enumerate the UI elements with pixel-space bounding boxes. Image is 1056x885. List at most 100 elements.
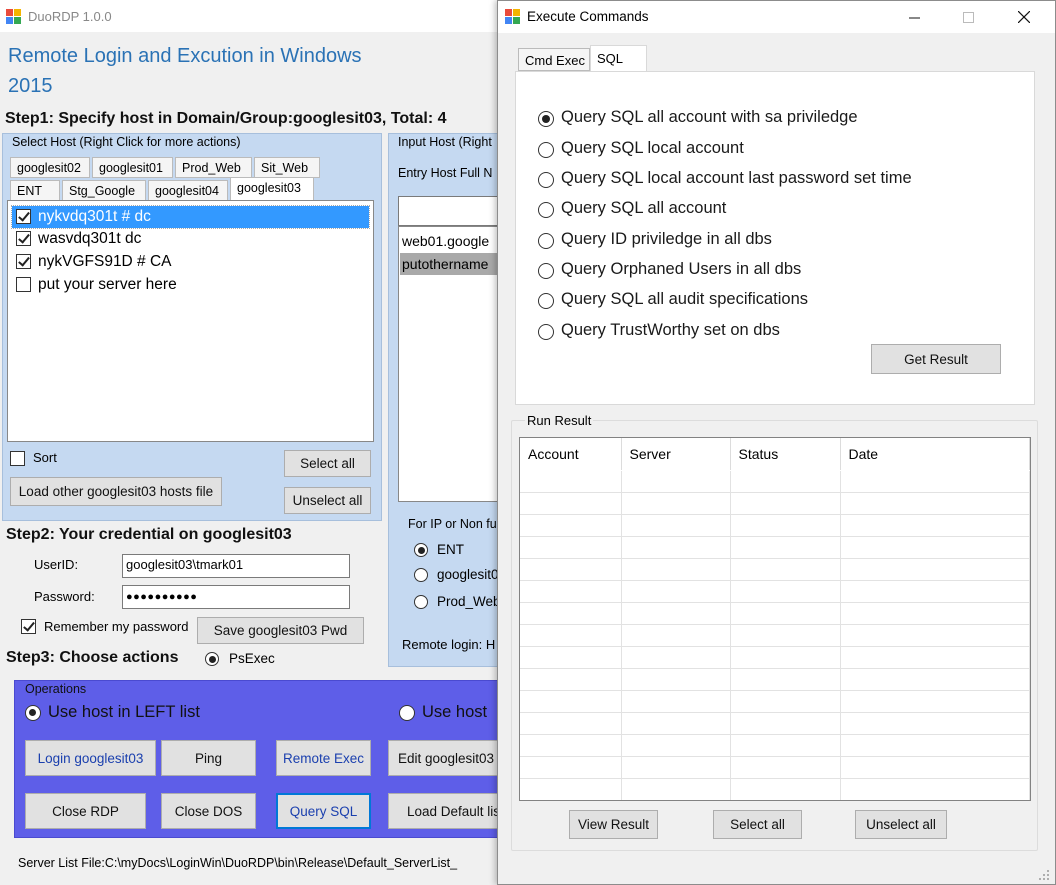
remember-password-checkbox[interactable] [21,619,36,634]
result-empty-cell [621,536,731,559]
column-header-date[interactable]: Date [840,438,1030,471]
userid-input[interactable]: googlesit03\tmark01 [122,554,350,578]
result-empty-cell [621,690,731,713]
result-empty-cell [621,756,731,779]
host-item[interactable]: wasvdq301t dc [12,228,369,250]
use-left-list-label: Use host in LEFT list [48,703,200,721]
input-host-list[interactable]: web01.google putothername [398,226,510,502]
tab-prod-web[interactable]: Prod_Web [175,157,252,178]
remember-password-label: Remember my password [44,619,189,634]
result-empty-cell [520,646,622,669]
minimize-icon[interactable] [891,1,937,33]
result-empty-cell [621,712,731,735]
host-item[interactable]: nykvdq301t # dc [11,205,370,229]
entry-host-input[interactable] [398,196,510,226]
close-rdp-button[interactable]: Close RDP [25,793,146,829]
resize-grip-icon[interactable] [1038,869,1050,881]
column-header-status[interactable]: Status [730,438,841,471]
tab-googlesit04[interactable]: googlesit04 [148,180,228,201]
radio-googlesit0[interactable] [414,568,428,582]
result-empty-cell [840,558,1030,581]
tab-googlesit02[interactable]: googlesit02 [10,157,90,178]
get-result-button[interactable]: Get Result [871,344,1001,374]
result-empty-cell [621,734,731,757]
input-host-item[interactable]: web01.google [402,230,489,252]
result-empty-cell [621,778,731,800]
tab-ent[interactable]: ENT [10,180,60,201]
load-hosts-file-button[interactable]: Load other googlesit03 hosts file [10,477,222,506]
result-empty-cell [621,624,731,647]
login-button[interactable]: Login googlesit03 [25,740,156,776]
main-title-bar[interactable]: DuoRDP 1.0.0 [0,0,500,32]
close-dos-button[interactable]: Close DOS [161,793,256,829]
sql-option-radio[interactable] [538,111,554,127]
host-item[interactable]: nykVGFS91D # CA [12,251,369,273]
column-header-server[interactable]: Server [621,438,731,471]
view-result-button[interactable]: View Result [569,810,658,839]
result-table: Account Server Status Date [520,438,1030,800]
sql-tab-page: Query SQL all account with sa priviledge… [515,71,1035,405]
tab-sit-web[interactable]: Sit_Web [254,157,320,178]
result-empty-row [520,646,1030,669]
ping-button[interactable]: Ping [161,740,256,776]
tab-sql[interactable]: SQL [590,45,647,72]
use-right-list-radio[interactable] [399,705,415,721]
radio-prod-web[interactable] [414,595,428,609]
result-empty-cell [621,580,731,603]
use-left-list-radio[interactable] [25,705,41,721]
sql-option-radio[interactable] [538,263,554,279]
result-empty-cell [520,734,622,757]
psexec-radio[interactable] [205,652,219,666]
step2-label: Step2: Your credential on googlesit03 [6,526,292,543]
result-empty-row [520,514,1030,537]
host-checkbox[interactable] [16,209,31,224]
tab-googlesit01[interactable]: googlesit01 [92,157,173,178]
sql-option-radio[interactable] [538,202,554,218]
result-empty-cell [520,536,622,559]
result-empty-row [520,558,1030,581]
host-checkbox[interactable] [16,254,31,269]
result-empty-cell [520,492,622,515]
edit-hosts-button[interactable]: Edit googlesit03 l [388,740,508,776]
main-window-title: DuoRDP 1.0.0 [28,9,112,24]
dialog-title-bar[interactable]: Execute Commands [498,1,1055,33]
unselect-all-results-button[interactable]: Unselect all [855,810,947,839]
unselect-all-hosts-button[interactable]: Unselect all [284,487,371,514]
maximize-icon[interactable] [945,1,991,33]
close-icon[interactable] [1001,1,1047,33]
host-item[interactable]: put your server here [12,274,369,296]
host-checkbox[interactable] [16,277,31,292]
load-default-list-button[interactable]: Load Default lis [388,793,508,829]
result-empty-row [520,602,1030,625]
result-empty-cell [840,734,1030,757]
sql-option-radio[interactable] [538,172,554,188]
save-password-button[interactable]: Save googlesit03 Pwd [197,617,364,644]
host-label: put your server here [38,276,177,293]
sql-option-radio[interactable] [538,293,554,309]
tab-cmd-exec[interactable]: Cmd Exec [518,48,590,71]
result-empty-row [520,536,1030,559]
tab-googlesit03[interactable]: googlesit03 [230,177,314,201]
radio-ent[interactable] [414,543,428,557]
input-host-item[interactable]: putothername [400,253,510,275]
query-sql-button[interactable]: Query SQL [276,793,371,829]
sql-option-radio[interactable] [538,324,554,340]
tab-stg-google[interactable]: Stg_Google [62,180,146,201]
sql-option-radio[interactable] [538,233,554,249]
remote-exec-button[interactable]: Remote Exec [276,740,371,776]
select-all-results-button[interactable]: Select all [713,810,802,839]
result-empty-cell [840,668,1030,691]
sql-option-radio[interactable] [538,142,554,158]
app-icon [6,9,22,25]
host-checkbox[interactable] [16,231,31,246]
select-all-hosts-button[interactable]: Select all [284,450,371,477]
result-grid[interactable]: Account Server Status Date [519,437,1031,801]
result-empty-row [520,712,1030,735]
host-checklist[interactable]: nykvdq301t # dc wasvdq301t dc nykVGFS91D… [7,200,374,442]
password-label: Password: [34,589,95,604]
result-empty-cell [730,624,841,647]
sort-checkbox[interactable] [10,451,25,466]
operations-title: Operations [25,682,87,696]
password-input[interactable]: ●●●●●●●●●● [122,585,350,609]
column-header-account[interactable]: Account [520,438,622,471]
